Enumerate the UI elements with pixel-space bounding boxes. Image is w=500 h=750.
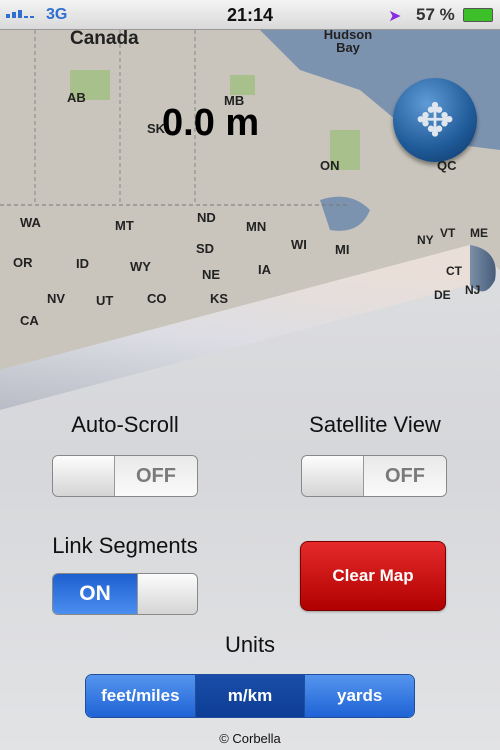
units-label: Units: [224, 632, 276, 657]
toggle-knob: [302, 456, 364, 496]
satellite-view-toggle[interactable]: OFF: [301, 455, 447, 497]
map-label: ME: [470, 226, 488, 240]
map-label: Canada: [70, 28, 139, 49]
toggle-state: OFF: [364, 456, 446, 496]
toggle-state: OFF: [115, 456, 197, 496]
map-label: IA: [258, 262, 271, 277]
units-segmented-control[interactable]: feet/miles m/km yards: [85, 674, 415, 718]
map-label: NE: [202, 267, 221, 282]
map-label: MN: [246, 219, 267, 234]
auto-scroll-toggle[interactable]: OFF: [52, 455, 198, 497]
status-bar: 3G 21:14 ➤ 57 %: [0, 0, 500, 30]
location-arrow-icon: ➤: [388, 8, 402, 25]
move-arrows-icon: ✥: [415, 94, 455, 146]
map-label: SD: [196, 241, 215, 256]
units-feet-miles[interactable]: feet/miles: [86, 675, 196, 717]
pan-button[interactable]: ✥: [393, 78, 477, 162]
map-label: OR: [13, 255, 33, 270]
map-label: NV: [47, 291, 66, 306]
units-m-km[interactable]: m/km: [195, 675, 306, 717]
units-yards[interactable]: yards: [305, 675, 414, 717]
map-label: CT: [446, 264, 462, 278]
map-label: AB: [67, 90, 86, 105]
map-label: CA: [20, 313, 39, 328]
toggle-knob: [53, 456, 115, 496]
satellite-view-label: Satellite View: [309, 412, 441, 437]
map-label: Hudson Bay: [323, 27, 373, 55]
map-label: WY: [130, 259, 151, 274]
toggle-knob: [137, 574, 197, 614]
map-label: UT: [96, 293, 114, 308]
distance-readout: 0.0 m: [162, 102, 260, 144]
map-label: VT: [440, 226, 456, 240]
map-label: MI: [335, 242, 350, 257]
map-label: MT: [115, 218, 134, 233]
map-label: ON: [320, 158, 340, 173]
copyright: © Corbella: [219, 731, 281, 746]
toggle-state: ON: [53, 574, 137, 614]
auto-scroll-label: Auto-Scroll: [71, 412, 179, 437]
map-view[interactable]: Canada Hudson Bay AB SK MB ON QC WA MT ND MN WI MI OR…: [0, 27, 500, 420]
clear-map-button[interactable]: Clear Map: [300, 541, 446, 611]
map-label: NY: [417, 233, 434, 247]
link-segments-toggle[interactable]: ON: [52, 573, 198, 615]
map-label: CO: [147, 291, 167, 306]
battery-percent: 57 %: [416, 5, 455, 24]
map-label: DE: [434, 288, 451, 302]
map-label: KS: [210, 291, 229, 306]
map-label: WI: [291, 237, 307, 252]
map-label: ND: [197, 210, 216, 225]
map-label: ID: [76, 256, 89, 271]
battery-charging-icon: [463, 8, 493, 22]
map-label: NJ: [465, 283, 481, 297]
link-segments-label: Link Segments: [52, 533, 198, 558]
map-label: WA: [20, 215, 41, 230]
